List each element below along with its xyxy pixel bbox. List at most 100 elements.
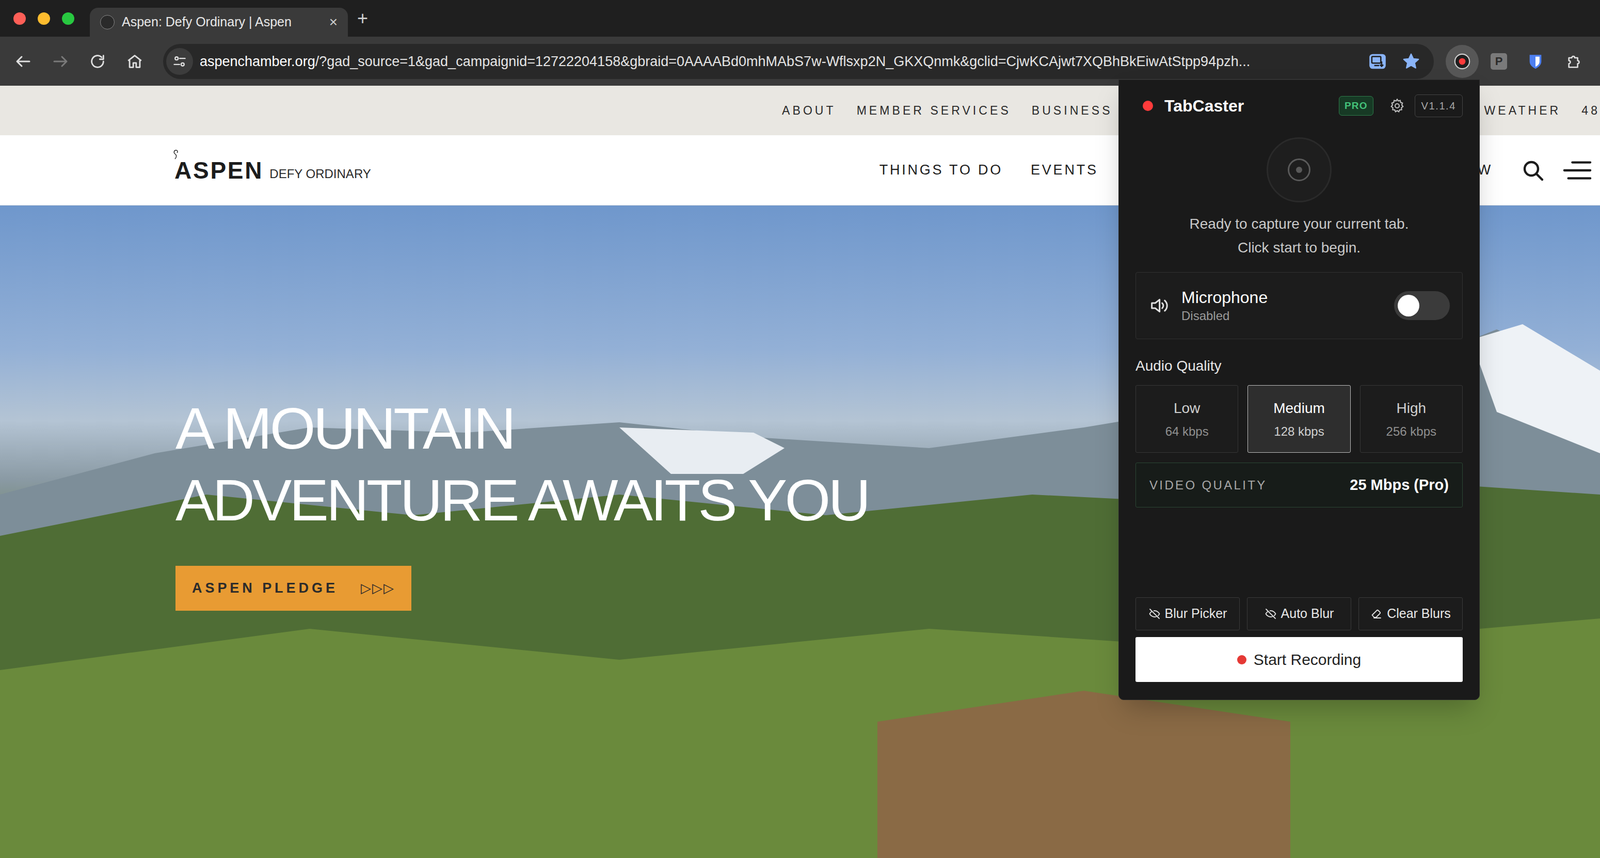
- close-window-button[interactable]: [13, 12, 26, 25]
- address-bar[interactable]: aspenchamber.org/?gad_source=1&gad_campa…: [163, 43, 1434, 79]
- tabcaster-extension-button[interactable]: [1445, 44, 1479, 78]
- search-icon: [1520, 157, 1546, 183]
- video-quality-row: VIDEO QUALITY 25 Mbps (Pro): [1135, 462, 1463, 508]
- home-button[interactable]: [116, 45, 154, 77]
- option-rate: 256 kbps: [1386, 422, 1437, 441]
- search-button[interactable]: [1518, 155, 1548, 185]
- gear-icon: [1388, 97, 1406, 115]
- utility-nav-item[interactable]: 48: [1581, 101, 1600, 120]
- new-tab-button[interactable]: +: [357, 9, 368, 28]
- capture-status-icon: [1266, 137, 1332, 203]
- status-line: Ready to capture your current tab.: [1135, 212, 1463, 236]
- tab-title: Aspen: Defy Ordinary | Aspen: [121, 12, 323, 32]
- utility-nav-item[interactable]: BUSINESS: [1031, 101, 1113, 120]
- url-text[interactable]: aspenchamber.org/?gad_source=1&gad_campa…: [199, 51, 1364, 72]
- back-button[interactable]: [4, 45, 42, 77]
- url-path: /?gad_source=1&gad_campaignid=1272220415…: [315, 53, 1251, 70]
- main-nav-right: W: [1477, 159, 1493, 181]
- main-nav-item[interactable]: THINGS TO DO: [879, 159, 1003, 181]
- utility-nav-item[interactable]: MEMBER SERVICES: [856, 101, 1012, 120]
- main-nav-item[interactable]: EVENTS: [1030, 159, 1099, 181]
- zoom-window-button[interactable]: [61, 12, 75, 25]
- status-line: Click start to begin.: [1135, 235, 1463, 260]
- pledge-label: ASPEN PLEDGE: [192, 577, 339, 599]
- audio-quality-option[interactable]: High256 kbps: [1360, 385, 1463, 453]
- option-label: Low: [1173, 397, 1200, 420]
- main-nav: THINGS TO DO EVENTS: [879, 159, 1099, 181]
- popup-title: TabCaster: [1164, 93, 1244, 119]
- eye-off-icon: [1148, 607, 1161, 620]
- forward-button[interactable]: [41, 45, 79, 77]
- reload-icon: [88, 52, 107, 71]
- audio-quality-options: Low64 kbps Medium 128 kbps High256 kbps: [1135, 385, 1463, 453]
- site-info-button[interactable]: [166, 48, 194, 75]
- toolbar: aspenchamber.org/?gad_source=1&gad_campa…: [0, 36, 1600, 86]
- forward-arrow-icon: [51, 52, 70, 71]
- logo-name: ASPEN: [174, 156, 264, 184]
- shield-icon: [1526, 52, 1545, 71]
- logo-tagline: DEFY ORDINARY: [269, 167, 372, 183]
- star-icon: [1401, 52, 1421, 71]
- blur-tools: Blur Picker Auto Blur Clear Blurs: [1135, 597, 1463, 631]
- password-extension-button[interactable]: [1518, 44, 1552, 78]
- p-extension-label: P: [1490, 53, 1508, 70]
- record-dot-icon: [1237, 654, 1247, 665]
- video-quality-value: 25 Mbps (Pro): [1349, 473, 1449, 497]
- eye-off-icon: [1264, 607, 1277, 620]
- speaker-icon: [1148, 295, 1170, 316]
- logo-mark-icon: [171, 149, 181, 161]
- microphone-status: Disabled: [1181, 307, 1268, 325]
- back-arrow-icon: [13, 52, 33, 71]
- microphone-label: Microphone: [1181, 286, 1268, 308]
- audio-quality-option[interactable]: Medium 128 kbps: [1247, 385, 1351, 453]
- home-icon: [125, 52, 144, 71]
- install-app-button[interactable]: [1363, 46, 1392, 76]
- option-label: Medium: [1273, 397, 1325, 420]
- record-icon: [1453, 52, 1471, 71]
- version-badge: V1.1.4: [1414, 94, 1463, 118]
- favicon-icon: [100, 14, 115, 30]
- tab-list: Aspen: Defy Ordinary | Aspen ×: [89, 7, 348, 37]
- minimize-window-button[interactable]: [37, 12, 51, 25]
- pledge-arrows: ▷▷▷: [360, 578, 395, 599]
- pledge-button[interactable]: ASPEN PLEDGE ▷▷▷: [175, 565, 412, 611]
- blur-tool-button[interactable]: Auto Blur: [1246, 597, 1352, 631]
- blur-tool-button[interactable]: Blur Picker: [1135, 597, 1240, 631]
- tab-close-button[interactable]: ×: [329, 14, 338, 30]
- url-host: aspenchamber.org: [199, 53, 316, 70]
- audio-quality-option[interactable]: Low64 kbps: [1135, 385, 1239, 453]
- start-recording-button[interactable]: Start Recording: [1135, 636, 1463, 682]
- install-icon: [1367, 51, 1388, 72]
- tab-strip: Aspen: Defy Ordinary | Aspen × +: [0, 0, 1600, 37]
- blur-tool-button[interactable]: Clear Blurs: [1358, 597, 1463, 631]
- utility-nav-right: WEATHER 48: [1484, 101, 1600, 120]
- tabcaster-popup: TabCaster PRO V1.1.4 Ready to capture yo…: [1118, 79, 1480, 700]
- reload-button[interactable]: [78, 45, 117, 77]
- p-extension-button[interactable]: P: [1482, 44, 1516, 78]
- start-recording-label: Start Recording: [1253, 647, 1362, 671]
- utility-nav: ABOUT MEMBER SERVICES BUSINESS: [781, 101, 1113, 120]
- menu-button[interactable]: [1561, 155, 1593, 185]
- utility-nav-item[interactable]: ABOUT: [781, 101, 837, 120]
- settings-button[interactable]: [1385, 94, 1409, 118]
- menu-icon: [1562, 158, 1593, 182]
- site-logo[interactable]: ASPEN DEFY ORDINARY: [0, 158, 372, 183]
- main-nav-item[interactable]: W: [1477, 159, 1493, 181]
- video-quality-label: VIDEO QUALITY: [1149, 475, 1268, 495]
- recording-dot-icon: [1142, 100, 1154, 111]
- blur-tool-label: Blur Picker: [1164, 603, 1228, 624]
- audio-quality-label: Audio Quality: [1135, 355, 1463, 377]
- tune-icon: [172, 54, 187, 69]
- bookmark-button[interactable]: [1396, 46, 1426, 76]
- extensions-menu-button[interactable]: [1558, 44, 1592, 78]
- microphone-toggle[interactable]: [1394, 291, 1450, 320]
- blur-tool-label: Clear Blurs: [1386, 603, 1451, 624]
- utility-nav-item[interactable]: WEATHER: [1484, 101, 1562, 120]
- puzzle-icon: [1565, 52, 1584, 71]
- blur-tool-label: Auto Blur: [1281, 603, 1335, 624]
- option-rate: 128 kbps: [1273, 422, 1324, 441]
- microphone-card: Microphone Disabled: [1135, 272, 1463, 340]
- pro-badge: PRO: [1338, 96, 1374, 117]
- browser-tab[interactable]: Aspen: Defy Ordinary | Aspen ×: [89, 7, 348, 37]
- eraser-icon: [1370, 607, 1383, 620]
